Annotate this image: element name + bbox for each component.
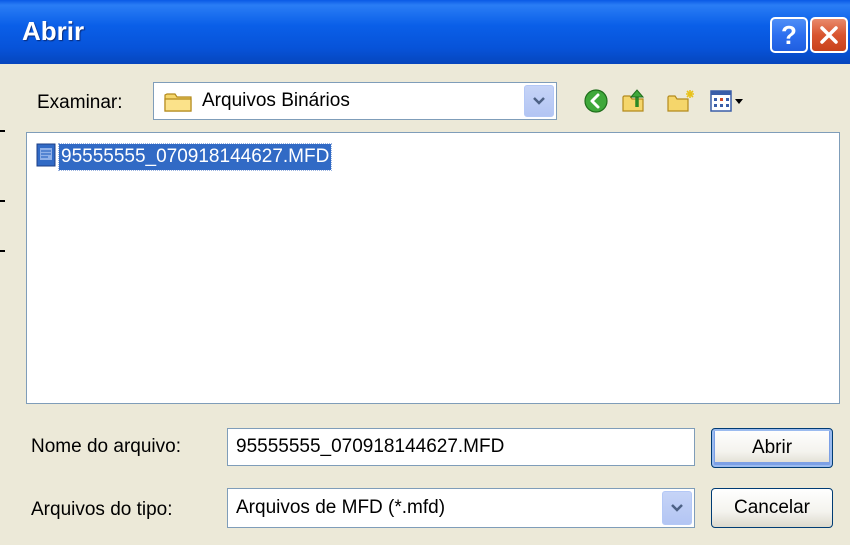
window-title: Abrir bbox=[22, 16, 85, 46]
up-folder-icon bbox=[622, 89, 645, 112]
file-name: 95555555_070918144627.MFD bbox=[57, 143, 333, 171]
list-item[interactable]: 95555555_070918144627.MFD bbox=[35, 142, 333, 173]
new-folder-icon bbox=[667, 90, 694, 112]
open-dialog: Abrir ? Examinar: Arquivos Binários 9555… bbox=[0, 0, 850, 545]
look-in-label: Examinar: bbox=[37, 92, 123, 113]
filetype-dropdown-button[interactable] bbox=[662, 491, 692, 525]
view-menu-icon bbox=[710, 90, 743, 112]
filetype-value: Arquivos de MFD (*.mfd) bbox=[236, 497, 446, 518]
edge-mark bbox=[0, 250, 5, 252]
dropdown-button[interactable] bbox=[524, 85, 554, 117]
folder-icon bbox=[164, 90, 194, 119]
filename-input[interactable]: 95555555_070918144627.MFD bbox=[227, 428, 695, 466]
open-button[interactable]: Abrir bbox=[711, 428, 833, 468]
look-in-dropdown[interactable]: Arquivos Binários bbox=[153, 82, 557, 120]
help-icon: ? bbox=[781, 22, 797, 48]
svg-text:?: ? bbox=[781, 22, 797, 48]
look-in-value: Arquivos Binários bbox=[202, 90, 350, 111]
up-folder-button[interactable] bbox=[620, 86, 650, 116]
title-bar[interactable]: Abrir ? bbox=[0, 0, 850, 64]
chevron-down-icon bbox=[671, 504, 683, 512]
close-button[interactable] bbox=[810, 17, 848, 53]
filetype-label: Arquivos do tipo: bbox=[31, 499, 173, 520]
chevron-down-icon bbox=[533, 97, 545, 105]
view-menu-button[interactable] bbox=[708, 86, 748, 116]
close-icon bbox=[820, 26, 838, 44]
file-list[interactable]: 95555555_070918144627.MFD bbox=[26, 132, 840, 404]
edge-mark bbox=[0, 200, 5, 202]
help-button[interactable]: ? bbox=[770, 17, 808, 53]
edge-mark bbox=[0, 130, 5, 132]
file-icon bbox=[35, 142, 57, 173]
back-icon bbox=[584, 89, 608, 113]
filename-label: Nome do arquivo: bbox=[31, 436, 181, 457]
cancel-button[interactable]: Cancelar bbox=[711, 488, 833, 528]
filetype-dropdown[interactable]: Arquivos de MFD (*.mfd) bbox=[227, 488, 695, 528]
filename-value: 95555555_070918144627.MFD bbox=[236, 436, 505, 457]
new-folder-button[interactable] bbox=[666, 86, 696, 116]
back-button[interactable] bbox=[581, 86, 611, 116]
